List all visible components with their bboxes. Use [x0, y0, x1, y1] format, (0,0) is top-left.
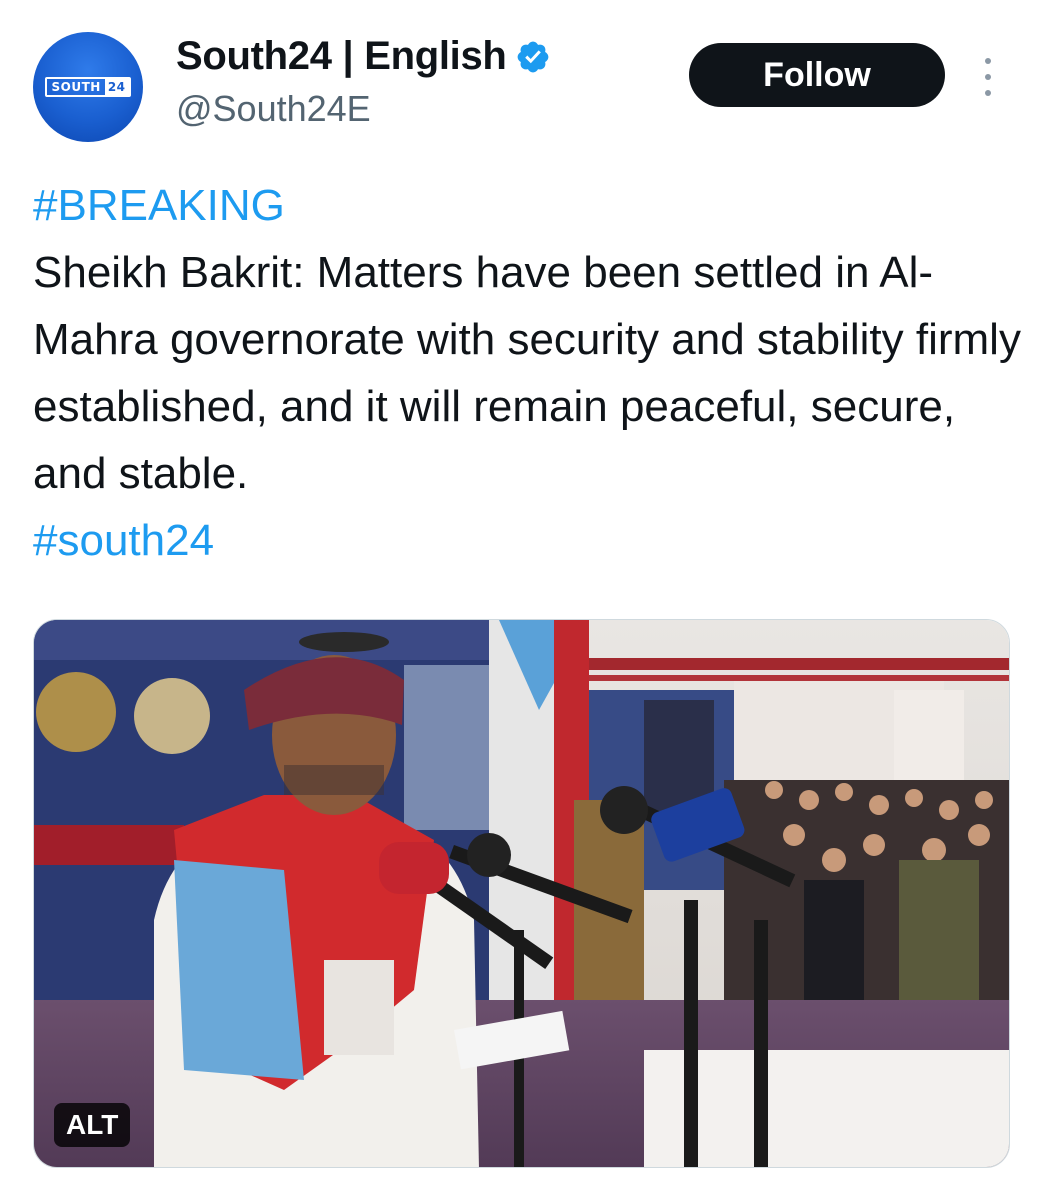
- sunglasses: [299, 632, 389, 652]
- logo-text-right: 24: [104, 79, 129, 95]
- tweet-body: Sheikh Bakrit: Matters have been settled…: [33, 248, 1021, 498]
- hashtag-south24[interactable]: #south24: [33, 516, 214, 565]
- tweet-text: #BREAKING Sheikh Bakrit: Matters have be…: [33, 172, 1023, 574]
- author-avatar[interactable]: SOUTH 24: [33, 32, 143, 142]
- south24-logo: SOUTH 24: [45, 77, 131, 97]
- follow-button[interactable]: Follow: [689, 43, 945, 107]
- truss: [589, 658, 1009, 670]
- more-vertical-icon[interactable]: [976, 58, 1000, 96]
- more-dot: [985, 58, 991, 64]
- emblem-right: [134, 678, 210, 754]
- more-dot: [985, 74, 991, 80]
- author-display-name[interactable]: South24 | English: [176, 34, 507, 79]
- emblem-left: [36, 672, 116, 752]
- photo-illustration: [34, 620, 1009, 1167]
- logo-text-left: SOUTH: [51, 80, 101, 94]
- blue-scarf: [174, 860, 304, 1080]
- podium: [644, 1050, 1009, 1167]
- hashtag-breaking[interactable]: #BREAKING: [33, 181, 285, 230]
- soldier: [899, 860, 979, 1020]
- verified-badge-icon: [517, 41, 548, 72]
- author-handle[interactable]: @South24E: [176, 88, 371, 130]
- author-name-row: South24 | English: [176, 34, 551, 79]
- tweet-photo[interactable]: ALT: [33, 619, 1010, 1168]
- more-dot: [985, 90, 991, 96]
- alt-text-badge[interactable]: ALT: [54, 1103, 131, 1147]
- mic-red-cover: [379, 842, 449, 894]
